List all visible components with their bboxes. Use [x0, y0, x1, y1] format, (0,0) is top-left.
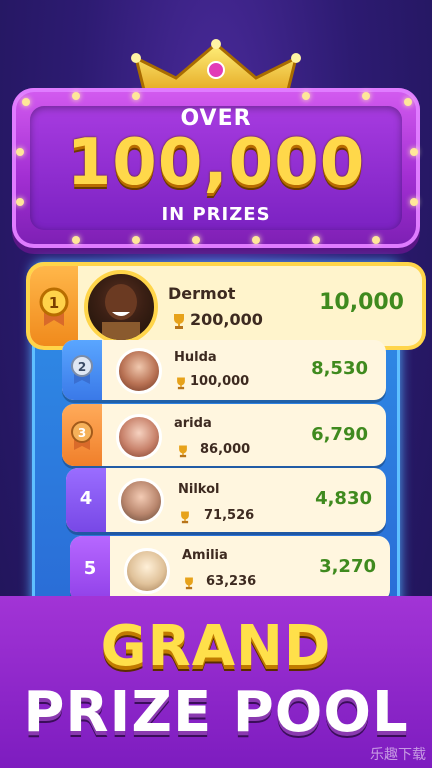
- rank-number: 5: [83, 558, 97, 579]
- title-prize-pool: PRIZE POOL: [23, 680, 409, 745]
- player-name: Hulda: [174, 350, 217, 365]
- leaderboard-row-4[interactable]: 4 Nilkol 71,526 4,830: [66, 468, 386, 532]
- banner-amount: 100,000: [66, 126, 366, 200]
- bulb: [132, 236, 140, 244]
- player-score: 200,000: [190, 310, 263, 329]
- player-name: Dermot: [168, 284, 236, 303]
- bulb: [132, 92, 140, 100]
- rank-badge: 3: [62, 404, 102, 466]
- rank-medal-icon: 1: [39, 287, 69, 326]
- banner-in-prizes-label: IN PRIZES: [161, 204, 271, 225]
- avatar: [124, 548, 170, 594]
- leaderboard-row-3[interactable]: 3 arida 86,000 6,790: [62, 404, 386, 466]
- rank-medal-icon: 2: [71, 355, 93, 384]
- player-prize: 4,830: [315, 488, 372, 509]
- rank-number: 1: [49, 294, 59, 312]
- bulb: [192, 236, 200, 244]
- leaderboard-row-2[interactable]: 2 Hulda 100,000 8,530: [62, 340, 386, 400]
- bulb: [404, 98, 412, 106]
- avatar: [84, 270, 158, 344]
- rank-badge: 2: [62, 340, 102, 400]
- bulb: [372, 236, 380, 244]
- player-name: Amilia: [182, 548, 228, 563]
- rank-badge: 5: [70, 536, 110, 602]
- bulb: [362, 92, 370, 100]
- player-score: 71,526: [204, 508, 255, 523]
- leaderboard-row-5[interactable]: 5 Amilia 63,236 3,270: [70, 536, 390, 602]
- leaderboard-row-1[interactable]: 1 Dermot 200,000 10,000: [30, 266, 422, 346]
- player-name: Nilkol: [178, 482, 220, 497]
- player-prize: 8,530: [311, 358, 368, 379]
- player-prize: 3,270: [319, 556, 376, 577]
- player-prize: 6,790: [311, 424, 368, 445]
- rank-medal-icon: 3: [71, 421, 93, 450]
- bulb: [22, 98, 30, 106]
- rank-badge: 4: [66, 468, 106, 532]
- player-score: 100,000: [190, 374, 250, 389]
- bulb: [312, 236, 320, 244]
- bulb: [72, 92, 80, 100]
- title-grand: GRAND: [100, 614, 332, 679]
- avatar: [116, 414, 162, 460]
- trophy-icon: [177, 377, 185, 390]
- rank-number: 2: [78, 360, 86, 374]
- trophy-icon: [174, 314, 184, 329]
- rank-number: 4: [79, 488, 93, 509]
- player-score: 63,236: [206, 574, 257, 589]
- avatar: [118, 478, 164, 524]
- trophy-icon: [179, 445, 187, 458]
- trophy-icon: [185, 577, 193, 590]
- rank-number: 3: [78, 426, 86, 440]
- bulb: [302, 92, 310, 100]
- bulb: [252, 236, 260, 244]
- rank-badge: 1: [30, 266, 78, 346]
- player-score: 86,000: [200, 442, 251, 457]
- player-prize: 10,000: [319, 290, 404, 315]
- player-name: arida: [174, 416, 212, 431]
- avatar: [116, 348, 162, 394]
- trophy-icon: [181, 511, 189, 524]
- watermark: 乐趣下载: [370, 747, 426, 763]
- bulb: [72, 236, 80, 244]
